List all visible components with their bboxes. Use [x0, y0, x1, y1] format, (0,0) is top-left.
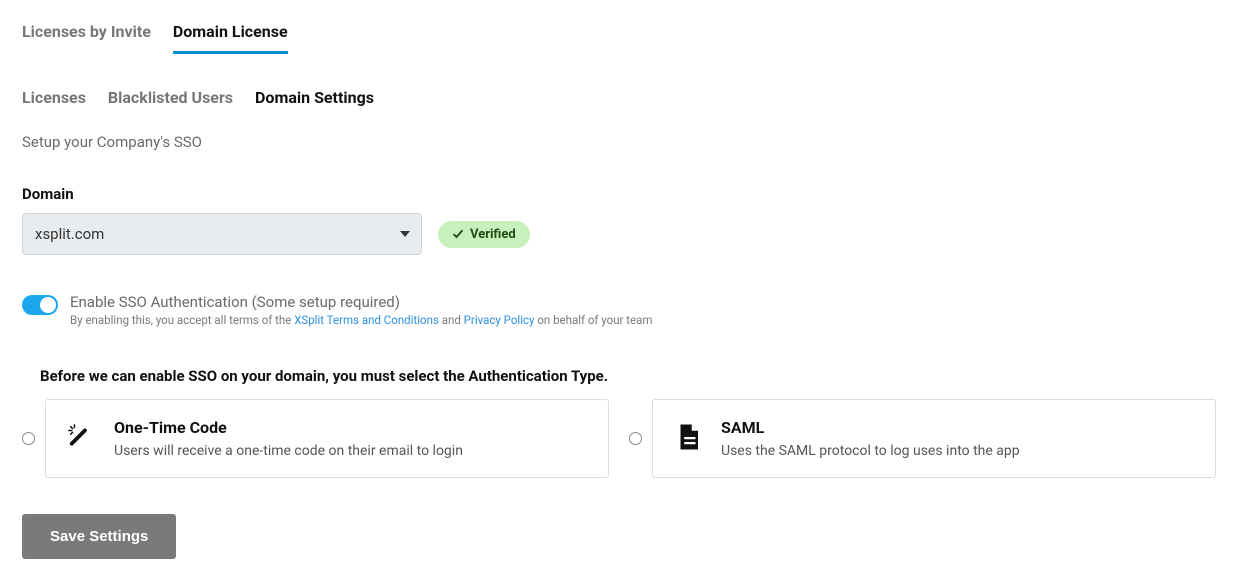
subtab-blacklisted-users[interactable]: Blacklisted Users [108, 88, 233, 107]
auth-options: One-Time Code Users will receive a one-t… [22, 399, 1216, 478]
otc-desc: Users will receive a one-time code on th… [114, 443, 463, 459]
card-one-time-code[interactable]: One-Time Code Users will receive a one-t… [45, 399, 609, 478]
magic-wand-icon [66, 422, 96, 452]
radio-one-time-code[interactable] [22, 432, 35, 445]
top-tabs: Licenses by Invite Domain License [22, 22, 1216, 54]
privacy-link[interactable]: Privacy Policy [464, 313, 535, 327]
save-settings-button[interactable]: Save Settings [22, 514, 176, 559]
saml-title: SAML [721, 418, 1020, 437]
check-icon [452, 228, 464, 240]
tab-domain-license[interactable]: Domain License [173, 22, 288, 54]
tab-licenses-by-invite[interactable]: Licenses by Invite [22, 22, 151, 54]
option-saml: SAML Uses the SAML protocol to log uses … [629, 399, 1216, 478]
enable-sso-text: Enable SSO Authentication (Some setup re… [70, 293, 653, 327]
saml-desc: Uses the SAML protocol to log uses into … [721, 443, 1020, 459]
otc-title: One-Time Code [114, 418, 463, 437]
sub-tabs: Licenses Blacklisted Users Domain Settin… [22, 88, 1216, 107]
domain-row: xsplit.com Verified [22, 213, 1216, 255]
radio-saml[interactable] [629, 432, 642, 445]
enable-sso-title: Enable SSO Authentication (Some setup re… [70, 293, 653, 311]
enable-sso-terms: By enabling this, you accept all terms o… [70, 313, 653, 327]
terms-link[interactable]: XSplit Terms and Conditions [294, 313, 439, 327]
document-icon [673, 422, 703, 452]
auth-type-heading: Before we can enable SSO on your domain,… [40, 367, 1216, 385]
page-subtitle: Setup your Company's SSO [22, 133, 1216, 151]
domain-select[interactable]: xsplit.com [22, 213, 422, 255]
enable-sso-toggle[interactable] [22, 295, 58, 315]
domain-label: Domain [22, 185, 1216, 203]
card-saml[interactable]: SAML Uses the SAML protocol to log uses … [652, 399, 1216, 478]
subtab-licenses[interactable]: Licenses [22, 88, 86, 107]
enable-sso-row: Enable SSO Authentication (Some setup re… [22, 293, 1216, 327]
subtab-domain-settings[interactable]: Domain Settings [255, 88, 374, 107]
option-one-time-code: One-Time Code Users will receive a one-t… [22, 399, 609, 478]
verified-badge: Verified [438, 221, 530, 248]
domain-select-wrap[interactable]: xsplit.com [22, 213, 422, 255]
verified-text: Verified [470, 227, 516, 242]
